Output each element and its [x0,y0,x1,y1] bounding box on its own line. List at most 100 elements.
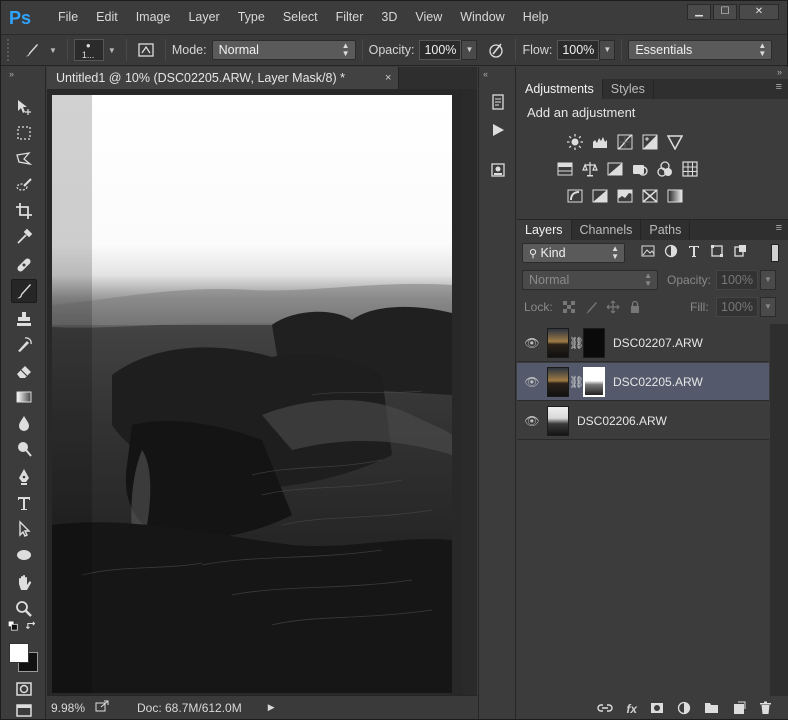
trash-icon[interactable] [759,701,772,718]
menu-edit[interactable]: Edit [87,1,127,34]
layer-name[interactable]: DSC02206.ARW [577,414,667,428]
layer-row-selected[interactable]: 👁 ⛓ DSC02205.ARW [517,363,769,401]
healing-brush-tool-icon[interactable] [11,253,37,277]
lock-pixels-icon[interactable] [584,300,598,317]
fill-dropdown-icon[interactable]: ▼ [760,297,776,317]
lock-all-icon[interactable] [628,300,642,317]
pen-tool-icon[interactable] [11,465,37,489]
layer-opacity-input[interactable]: 100% [716,270,758,290]
status-menu-arrow-icon[interactable]: ▶ [268,702,275,713]
close-button[interactable]: ✕ [739,4,779,20]
flow-input[interactable]: 100% [557,40,600,60]
marquee-tool-icon[interactable] [11,121,37,145]
tab-layers[interactable]: Layers [517,220,572,240]
zoom-tool-icon[interactable] [11,597,37,621]
color-lookup-icon[interactable] [680,159,699,178]
eraser-tool-icon[interactable] [11,359,37,383]
maximize-button[interactable]: ☐ [713,4,737,20]
pressure-opacity-icon[interactable] [483,39,509,61]
gradient-tool-icon[interactable] [11,385,37,409]
menu-type[interactable]: Type [229,1,274,34]
curves-icon[interactable] [615,132,634,151]
link-icon[interactable] [597,701,613,718]
exposure-icon[interactable] [640,132,659,151]
move-tool-icon[interactable] [11,95,37,119]
layer-name[interactable]: DSC02207.ARW [613,336,703,350]
fx-icon[interactable]: fx [626,702,637,716]
mask-icon[interactable] [650,701,664,718]
canvas-area[interactable] [47,89,477,695]
hand-tool-icon[interactable] [11,571,37,595]
filter-type-icon[interactable] [687,244,701,261]
default-colors-icon[interactable] [7,620,21,632]
adjustment-icon[interactable] [677,701,691,718]
photo-filter-icon[interactable] [630,159,649,178]
threshold-icon[interactable] [615,186,634,205]
tab-paths[interactable]: Paths [641,220,691,240]
eyedropper-tool-icon[interactable] [11,225,37,249]
gradient-map-icon[interactable] [665,186,684,205]
blur-tool-icon[interactable] [11,411,37,435]
panels-collapse-icon[interactable]: » [777,67,782,77]
screen-mode-icon[interactable] [11,701,37,719]
workspace-select[interactable]: Essentials ▲ ▼ [628,40,773,60]
menu-help[interactable]: Help [514,1,558,34]
history-panel-icon[interactable] [487,91,509,113]
canvas-image[interactable] [52,95,452,693]
toolbox-collapse-icon[interactable]: » [1,67,45,81]
menu-file[interactable]: File [49,1,87,34]
layer-mask-thumbnail-active[interactable] [583,366,605,397]
tab-channels[interactable]: Channels [572,220,642,240]
posterize-icon[interactable] [590,186,609,205]
layer-mask-thumbnail[interactable] [583,327,605,358]
hue-saturation-icon[interactable] [555,159,574,178]
actions-panel-icon[interactable] [487,119,509,141]
new-layer-icon[interactable] [732,701,746,718]
type-tool-icon[interactable] [11,491,37,515]
adjustments-panel-menu-icon[interactable]: ≡ [776,81,782,93]
brush-tool-button[interactable] [11,279,37,303]
canvas-vertical-scrollbar[interactable] [463,89,477,695]
minimize-button[interactable]: ▁ [687,4,711,20]
filter-smart-object-icon[interactable] [733,244,747,261]
menu-3d[interactable]: 3D [372,1,406,34]
quick-selection-tool-icon[interactable] [11,173,37,197]
vibrance-icon[interactable] [665,132,684,151]
lock-position-icon[interactable] [606,300,620,317]
swap-colors-icon[interactable] [25,620,39,632]
layers-scrollbar[interactable] [770,324,788,696]
brush-preset-picker[interactable]: ● 1... [73,39,104,61]
layer-thumbnail[interactable] [547,327,569,358]
tab-adjustments[interactable]: Adjustments [517,79,603,99]
mode-select[interactable]: Normal ▲ ▼ [211,40,356,60]
menu-window[interactable]: Window [451,1,513,34]
menu-image[interactable]: Image [127,1,180,34]
channel-mixer-icon[interactable] [655,159,674,178]
layer-thumbnail[interactable] [547,405,569,436]
blend-mode-select[interactable]: Normal ▲ ▼ [522,270,658,290]
strip-collapse-icon[interactable]: « [483,69,488,79]
filter-adjustment-icon[interactable] [664,244,678,261]
brush-tool-icon[interactable] [19,39,45,61]
filter-toggle-switch[interactable] [771,244,779,262]
layers-panel-menu-icon[interactable]: ≡ [776,222,782,234]
layer-filter-select[interactable]: ⚲ Kind ▲ ▼ [522,243,625,263]
mask-link-icon[interactable]: ⛓ [569,375,584,389]
document-tab[interactable]: Untitled1 @ 10% (DSC02205.ARW, Layer Mas… [47,67,399,89]
menu-layer[interactable]: Layer [179,1,228,34]
lasso-tool-icon[interactable] [11,147,37,171]
dodge-tool-icon[interactable] [11,437,37,461]
foreground-color-swatch[interactable] [9,643,29,663]
menu-view[interactable]: View [406,1,451,34]
mask-link-icon[interactable]: ⛓ [569,336,584,350]
filter-pixel-icon[interactable] [641,244,655,261]
fill-input[interactable]: 100% [716,297,758,317]
opacity-input[interactable]: 100% [419,40,462,60]
layer-row[interactable]: 👁 DSC02206.ARW [517,402,769,440]
flow-slider-toggle-icon[interactable]: ▼ [599,40,616,60]
path-selection-tool-icon[interactable] [11,517,37,541]
export-icon[interactable] [95,700,109,715]
layer-row[interactable]: 👁 ⛓ DSC02207.ARW [517,324,769,362]
properties-panel-icon[interactable] [487,159,509,181]
levels-icon[interactable] [590,132,609,151]
